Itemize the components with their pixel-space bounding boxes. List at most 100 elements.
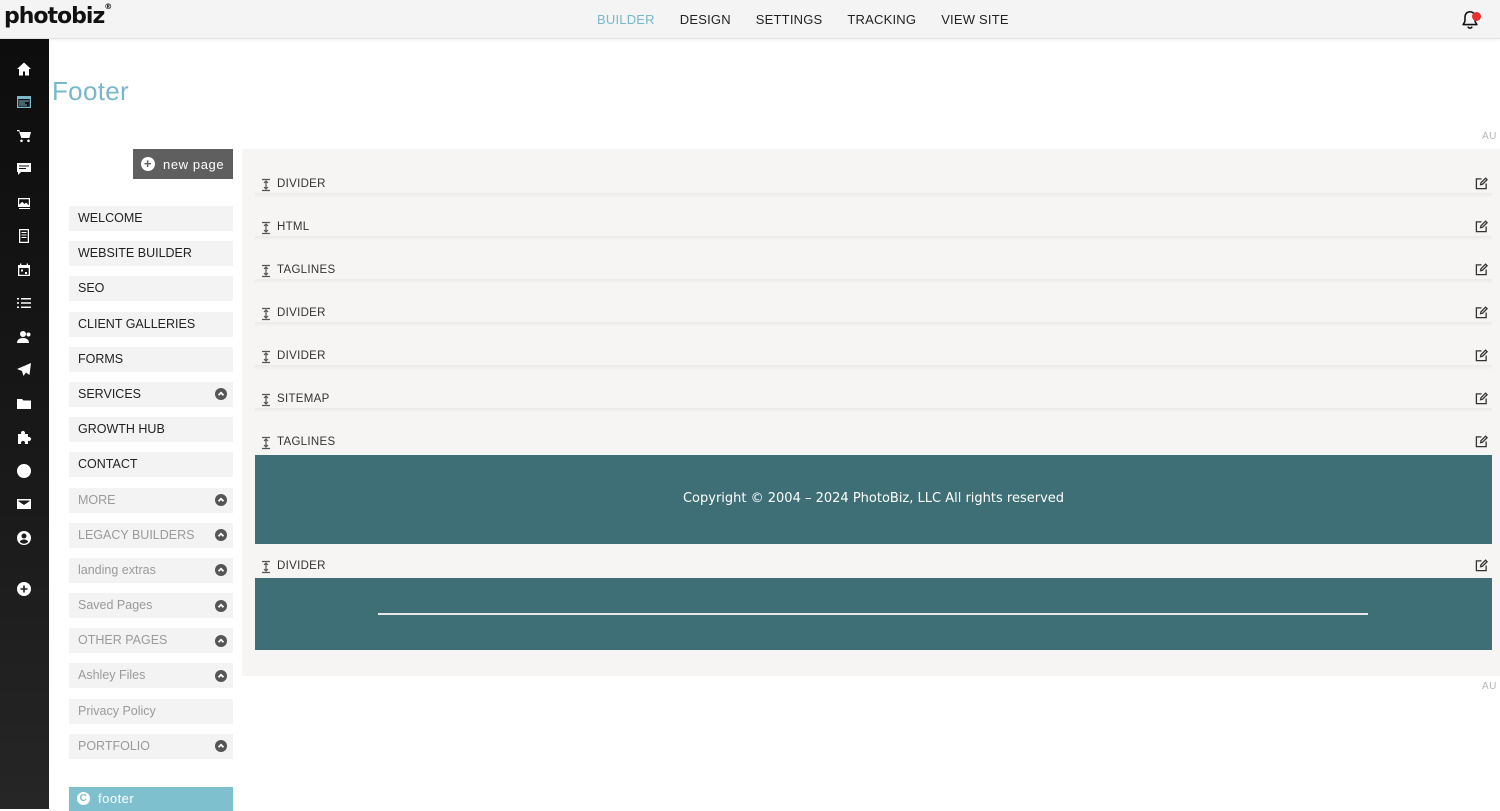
divider-line [378,613,1368,615]
drag-handle-icon[interactable] [261,560,271,574]
new-page-label: new page [163,156,225,172]
account-icon[interactable] [15,529,33,547]
edit-icon[interactable] [1475,349,1489,363]
chevron-up-icon[interactable] [215,599,227,612]
builder-block[interactable]: DIVIDER [255,177,1492,193]
edit-icon[interactable] [1475,435,1489,449]
edit-icon[interactable] [1475,220,1489,234]
drag-handle-icon[interactable] [261,436,271,450]
page-item[interactable]: CLIENT GALLERIES [69,311,233,337]
page-item[interactable]: Saved Pages [69,593,233,619]
auto-label-top: AU [1482,131,1497,142]
photobiz-logo[interactable]: photobiz® [4,2,112,29]
copyright-text: Copyright © 2004 – 2024 PhotoBiz, LLC Al… [682,491,1065,506]
page-item-label: Saved Pages [78,598,153,613]
taglines-preview[interactable]: Copyright © 2004 – 2024 PhotoBiz, LLC Al… [255,455,1492,544]
auto-label-bottom: AU [1482,681,1497,692]
page-item[interactable]: CONTACT [69,452,233,478]
page-item[interactable]: PORTFOLIO [69,733,233,759]
page-item[interactable]: Privacy Policy [69,698,233,724]
chevron-up-icon[interactable] [215,740,227,753]
page-item[interactable]: SERVICES [69,381,233,407]
new-page-button[interactable]: + new page [133,149,233,179]
chevron-up-icon[interactable] [215,634,227,647]
edit-icon[interactable] [1475,263,1489,277]
page-item[interactable]: FORMS [69,346,233,372]
chevron-up-icon[interactable] [215,564,227,577]
block-separator [255,408,1492,413]
nav-view-site[interactable]: VIEW SITE [941,12,1009,27]
page-item[interactable]: LEGACY BUILDERS [69,522,233,548]
chevron-up-icon[interactable] [215,388,227,401]
mail-icon[interactable] [15,495,33,513]
drag-handle-icon[interactable] [261,307,271,321]
calendar-icon[interactable] [15,261,33,279]
page-item-label: PORTFOLIO [78,738,151,753]
add-icon[interactable] [15,580,33,598]
page-item-label: LEGACY BUILDERS [78,527,195,542]
builder-block[interactable]: DIVIDER [255,306,1492,322]
logo-text: photobiz [4,4,105,29]
page-item[interactable]: SEO [69,276,233,302]
main-nav: BUILDER DESIGN SETTINGS TRACKING VIEW SI… [597,12,1034,27]
website-icon[interactable] [15,93,33,111]
chevron-up-icon[interactable] [215,529,227,542]
send-icon[interactable] [15,361,33,379]
edit-icon[interactable] [1475,559,1489,573]
globe-icon[interactable] [15,462,33,480]
chevron-up-icon[interactable] [215,494,227,506]
list-icon[interactable] [15,294,33,312]
builder-block[interactable]: SITEMAP [255,392,1492,408]
folder-icon[interactable] [15,395,33,413]
cart-icon[interactable] [15,127,33,145]
page-item-label: Privacy Policy [78,703,156,718]
block-separator [255,365,1492,370]
footer-page-icon: C [77,792,90,806]
page-item[interactable]: Ashley Files [69,663,233,689]
block-label: DIVIDER [277,178,326,190]
pages-list: WELCOME WEBSITE BUILDER SEO CLIENT GALLERIE… [69,206,233,769]
edit-icon[interactable] [1475,392,1489,406]
page-item[interactable]: GROWTH HUB [69,417,233,443]
block-label: SITEMAP [277,393,330,405]
drag-handle-icon[interactable] [261,393,271,407]
page-title: Footer [52,76,129,106]
chevron-up-icon[interactable] [215,669,227,682]
page-item[interactable]: WELCOME [69,206,233,231]
page-item[interactable]: WEBSITE BUILDER [69,241,233,267]
nav-design[interactable]: DESIGN [680,12,731,27]
document-icon[interactable] [15,227,33,245]
home-icon[interactable] [15,60,33,78]
builder-block[interactable]: TAGLINES [255,435,1492,451]
divider-preview[interactable] [255,578,1492,650]
builder-block[interactable]: DIVIDER [255,559,1492,575]
page-item-footer[interactable]: Cfooter [69,787,233,811]
drag-handle-icon[interactable] [261,264,271,278]
nav-settings[interactable]: SETTINGS [756,12,823,27]
block-separator [255,279,1492,284]
plus-icon: + [141,157,155,171]
page-item-label: GROWTH HUB [78,422,165,437]
top-bar: photobiz® BUILDER DESIGN SETTINGS TRACKI… [0,0,1500,39]
builder-block[interactable]: HTML [255,220,1492,236]
edit-icon[interactable] [1475,306,1489,320]
puzzle-icon[interactable] [15,428,33,446]
nav-tracking[interactable]: TRACKING [847,12,916,27]
page-item[interactable]: landing extras [69,557,233,583]
chat-icon[interactable] [15,160,33,178]
drag-handle-icon[interactable] [261,350,271,364]
drag-handle-icon[interactable] [261,221,271,235]
builder-block[interactable]: DIVIDER [255,349,1492,365]
builder-block[interactable]: TAGLINES [255,263,1492,279]
block-separator [255,193,1492,198]
block-label: DIVIDER [277,307,326,319]
page-item[interactable]: MORE [69,487,233,513]
page-item[interactable]: OTHER PAGES [69,628,233,654]
gallery-icon[interactable] [15,194,33,212]
edit-icon[interactable] [1475,177,1489,191]
footer-page-label: footer [98,791,135,806]
drag-handle-icon[interactable] [261,178,271,192]
nav-builder[interactable]: BUILDER [597,12,655,27]
contacts-icon[interactable] [15,328,33,346]
page-item-label: MORE [78,492,116,507]
